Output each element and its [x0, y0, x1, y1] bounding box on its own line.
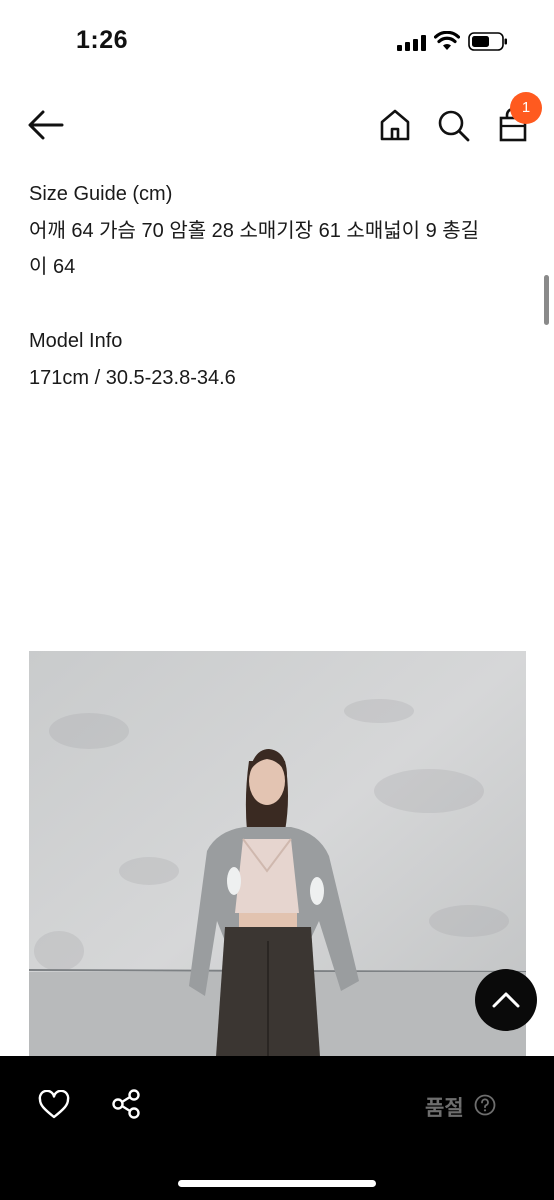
- size-guide-line: 이 64: [29, 256, 76, 278]
- wifi-icon: [434, 31, 460, 50]
- search-icon[interactable]: [434, 106, 472, 144]
- home-indicator[interactable]: [178, 1180, 376, 1187]
- back-arrow-icon[interactable]: [26, 108, 66, 142]
- model-info-value: 171cm / 30.5-23.8-34.6: [29, 366, 236, 389]
- status-time: 1:26: [76, 26, 129, 54]
- product-photo: [29, 651, 526, 1071]
- question-icon[interactable]: [474, 1094, 496, 1116]
- cellular-signal-icon: [397, 35, 427, 51]
- scrollbar[interactable]: [544, 275, 549, 325]
- size-guide-line: 어깨 64 가슴 70 암홀 28 소매기장 61 소매넓이 9 총길: [29, 219, 480, 242]
- size-guide-title: Size Guide (cm): [29, 183, 173, 205]
- share-icon[interactable]: [110, 1088, 142, 1120]
- status-bar: 1:26: [0, 0, 554, 84]
- soldout-label: 품절: [425, 1096, 464, 1120]
- cart-count-badge: 1: [510, 92, 542, 124]
- scroll-to-top-button[interactable]: [475, 969, 537, 1031]
- model-info: Model Info 171cm / 30.5-23.8-34.6: [29, 323, 529, 396]
- top-navigation: 1: [0, 90, 554, 166]
- home-icon[interactable]: [376, 106, 414, 144]
- heart-icon[interactable]: [38, 1090, 70, 1120]
- size-guide: Size Guide (cm) 어깨 64 가슴 70 암홀 28 소매기장 6…: [29, 176, 529, 286]
- battery-icon: [468, 32, 507, 51]
- model-info-title: Model Info: [29, 330, 123, 352]
- bottom-action-bar: 품절: [0, 1056, 554, 1200]
